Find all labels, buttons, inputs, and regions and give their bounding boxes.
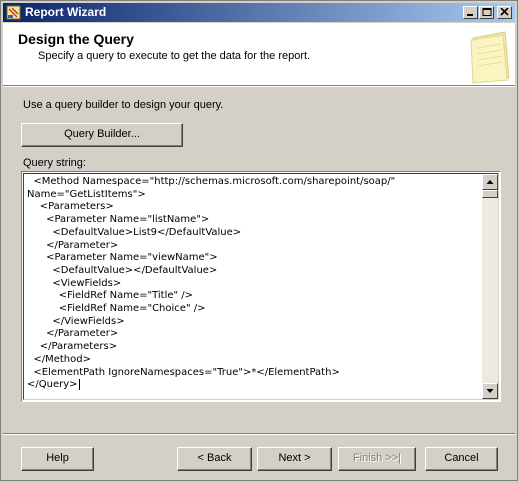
query-line: <Parameter Name="viewName"> <box>27 252 218 264</box>
help-button[interactable]: Help <box>21 447 94 471</box>
finish-button[interactable]: Finish >>| <box>338 447 416 471</box>
query-line: <Parameter Name="listName"> <box>27 214 210 226</box>
cancel-button[interactable]: Cancel <box>425 447 498 471</box>
cancel-label: Cancel <box>444 452 479 464</box>
query-line: </Method> <box>27 353 91 365</box>
query-line: <DefaultValue></DefaultValue> <box>27 264 218 276</box>
query-line: Name="GetListItems"> <box>27 188 146 200</box>
scroll-thumb[interactable] <box>482 190 498 198</box>
query-string-textarea[interactable]: <Method Namespace="http://schemas.micros… <box>21 171 501 402</box>
next-label: Next > <box>278 452 311 464</box>
query-string-frame: <Method Namespace="http://schemas.micros… <box>23 173 499 400</box>
title-bar[interactable]: Report Wizard <box>3 3 515 22</box>
minimize-button[interactable] <box>463 6 478 19</box>
next-button[interactable]: Next > <box>257 447 332 471</box>
query-line: <FieldRef Name="Choice" /> <box>27 303 206 315</box>
report-wizard-icon <box>6 5 21 20</box>
query-line: <Parameters> <box>27 201 114 213</box>
query-string-label: Query string: <box>23 157 86 169</box>
window-title: Report Wizard <box>25 5 107 19</box>
close-button[interactable] <box>497 6 512 19</box>
query-line: <DefaultValue>List9</DefaultValue> <box>27 226 242 238</box>
page-title: Design the Query <box>18 31 134 47</box>
instruction-text: Use a query builder to design your query… <box>23 99 224 111</box>
query-line: <Method Namespace="http://schemas.micros… <box>27 176 396 187</box>
header-divider <box>3 86 515 87</box>
query-line: <ViewFields> <box>27 277 122 289</box>
scroll-down-icon <box>486 389 494 393</box>
text-caret <box>78 379 80 391</box>
query-line: <FieldRef Name="Title" /> <box>27 290 194 302</box>
query-line: </Parameter> <box>27 239 119 251</box>
page-subtitle: Specify a query to execute to get the da… <box>38 50 311 62</box>
query-line: </Parameter> <box>27 328 119 340</box>
scroll-up-button[interactable] <box>482 174 498 190</box>
report-wizard-window: Report Wizard Design the Query Specify a… <box>0 0 518 481</box>
help-label: Help <box>46 452 69 464</box>
query-text[interactable]: <Method Namespace="http://schemas.micros… <box>27 176 482 392</box>
wizard-header: Design the Query Specify a query to exec… <box>3 23 515 86</box>
maximize-button[interactable] <box>479 6 494 19</box>
query-line: <ElementPath IgnoreNamespaces="True">*</… <box>27 366 340 378</box>
query-line: </Parameters> <box>27 341 118 353</box>
footer-divider-highlight <box>3 434 515 435</box>
query-builder-button[interactable]: Query Builder... <box>21 123 183 147</box>
minimize-icon <box>467 14 473 16</box>
query-line: </Query> <box>27 379 80 391</box>
close-icon <box>500 8 509 16</box>
finish-label: Finish >>| <box>352 452 402 464</box>
notepad-icon <box>470 31 510 84</box>
query-line: </ViewFields> <box>27 315 125 327</box>
maximize-icon <box>482 8 492 16</box>
scroll-up-icon <box>486 180 494 184</box>
scroll-down-button[interactable] <box>482 383 498 399</box>
back-label: < Back <box>197 452 232 464</box>
vertical-scrollbar[interactable] <box>482 174 498 399</box>
query-builder-label: Query Builder... <box>64 128 140 140</box>
back-button[interactable]: < Back <box>177 447 252 471</box>
